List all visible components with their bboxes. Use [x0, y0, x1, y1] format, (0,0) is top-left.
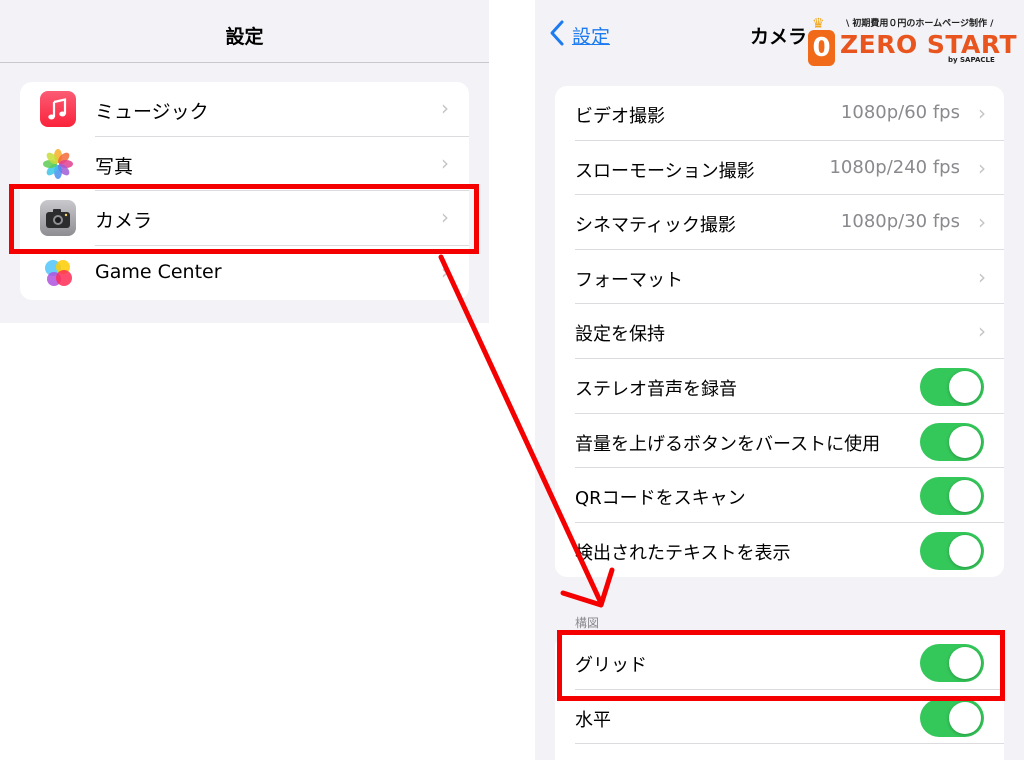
- settings-row-label: QRコードをスキャン: [575, 488, 746, 510]
- toggle-switch[interactable]: [920, 368, 984, 406]
- game-center-app-icon: [40, 254, 76, 291]
- settings-row[interactable]: 検出されたテキストを表示: [555, 523, 1004, 577]
- settings-row-label: シネマティック撮影: [575, 215, 736, 237]
- settings-row-value: 1080p/240 fps: [829, 156, 960, 178]
- toggle-knob: [949, 534, 981, 567]
- settings-row[interactable]: ビデオ撮影 1080p/60 fps ›: [555, 86, 1004, 141]
- settings-screen: 設定 ミュージック › 写真 › カメラ › Game Center ›: [0, 0, 489, 323]
- divider: [575, 743, 1004, 745]
- toggle-knob: [949, 701, 981, 734]
- chevron-left-icon: [550, 20, 564, 46]
- settings-row-label: ステレオ音声を録音: [575, 379, 737, 400]
- settings-item-photos[interactable]: 写真 ›: [20, 137, 469, 191]
- settings-row-label: 水平: [575, 709, 611, 731]
- chevron-right-icon: ›: [441, 150, 449, 175]
- toggle-knob: [949, 371, 981, 403]
- music-app-icon: [40, 91, 76, 127]
- section-header: 構図: [575, 616, 600, 630]
- settings-row[interactable]: 設定を保持 ›: [555, 304, 1004, 359]
- back-button-label: 設定: [572, 26, 611, 48]
- settings-row-value: 1080p/60 fps: [840, 102, 960, 123]
- logo-tagline: \ 初期費用０円のホームページ制作 /: [846, 19, 994, 29]
- settings-item-label: Game Center: [95, 260, 222, 283]
- toggle-switch[interactable]: [920, 698, 984, 737]
- logo-byline: by SAPACLE: [948, 56, 995, 64]
- chevron-right-icon: ›: [978, 155, 986, 180]
- settings-row[interactable]: スローモーション撮影 1080p/240 fps ›: [555, 141, 1004, 196]
- toggle-switch[interactable]: [920, 422, 984, 461]
- settings-item-label: 写真: [95, 155, 134, 178]
- logo-mark: 0: [808, 30, 835, 66]
- chevron-right-icon: ›: [978, 319, 986, 344]
- chevron-right-icon: ›: [978, 101, 986, 125]
- chevron-right-icon: ›: [441, 96, 449, 120]
- settings-row[interactable]: フォーマット ›: [555, 250, 1004, 305]
- highlight-box-grid: [557, 630, 1005, 701]
- settings-row[interactable]: ステレオ音声を録音: [555, 359, 1004, 414]
- camera-settings-list: ビデオ撮影 1080p/60 fps › スローモーション撮影 1080p/240 fp…: [555, 86, 1004, 577]
- chevron-right-icon: ›: [978, 210, 986, 235]
- settings-row-label: スローモーション撮影: [575, 160, 755, 182]
- settings-row-label: 音量を上げるボタンをバーストに使用: [575, 433, 881, 455]
- toggle-switch[interactable]: [920, 531, 984, 570]
- settings-row-label: 検出されたテキストを表示: [575, 542, 791, 564]
- chevron-right-icon: ›: [441, 259, 449, 284]
- toggle-switch[interactable]: [920, 477, 984, 516]
- settings-row[interactable]: 音量を上げるボタンをバーストに使用: [555, 414, 1004, 469]
- settings-row-label: フォーマット: [575, 269, 683, 291]
- settings-row-label: 設定を保持: [575, 324, 665, 346]
- back-button[interactable]: 設定: [549, 20, 611, 49]
- settings-item-music[interactable]: ミュージック ›: [20, 82, 469, 137]
- highlight-box-camera: [9, 184, 479, 254]
- page-title: カメラ: [750, 26, 808, 48]
- photos-app-icon: [40, 145, 76, 182]
- settings-row[interactable]: シネマティック撮影 1080p/30 fps ›: [555, 195, 1004, 250]
- settings-row-label: ビデオ撮影: [575, 106, 665, 127]
- logo-text: ZERO START: [840, 30, 1018, 59]
- chevron-right-icon: ›: [978, 264, 986, 289]
- nav-bar: 設定: [0, 0, 489, 63]
- zero-start-logo: \ 初期費用０円のホームページ制作 / ♛ 0 ZERO START by SA…: [806, 14, 1017, 70]
- settings-row[interactable]: QRコードをスキャン: [555, 468, 1004, 523]
- page-title: 設定: [225, 26, 264, 48]
- settings-row-value: 1080p/30 fps: [840, 211, 960, 233]
- toggle-knob: [949, 425, 981, 458]
- toggle-knob: [949, 480, 981, 513]
- settings-item-label: ミュージック: [95, 101, 209, 123]
